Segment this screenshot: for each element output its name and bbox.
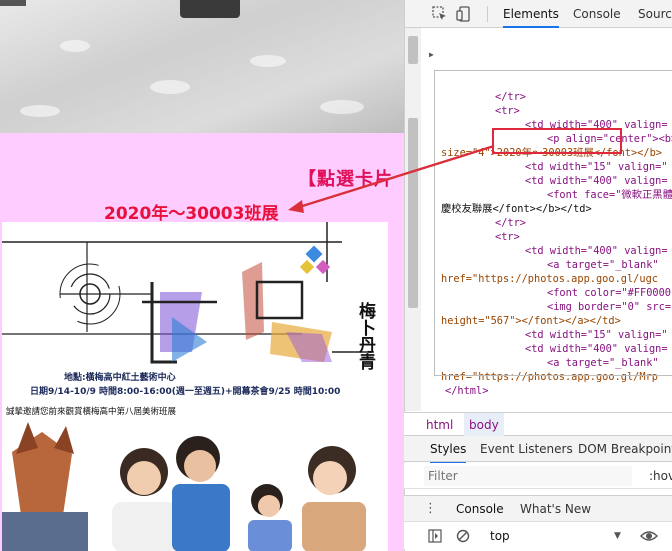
floor-reflection xyxy=(20,105,60,117)
photo-object xyxy=(180,0,240,18)
expand-triangle-icon[interactable]: ▶ xyxy=(429,48,434,62)
photo-object xyxy=(0,0,26,6)
poster-exhibition-name: 梅卜丹青 xyxy=(355,302,375,370)
toolbar-divider xyxy=(487,6,488,22)
exhibition-title: 2020年～30003班展 xyxy=(104,204,279,224)
inspect-element-icon[interactable] xyxy=(431,5,449,23)
web-page-area: 【點選卡片 2020年～30003班展 梅卜丹青 地點:橫梅高中紅土藝術中心 日… xyxy=(0,0,404,551)
illustration-people xyxy=(112,436,366,551)
exhibition-poster-card[interactable]: 梅卜丹青 地點:橫梅高中紅土藝術中心 日期9/14-10/9 時間8:00-16… xyxy=(2,222,388,551)
device-toolbar-icon[interactable] xyxy=(455,5,473,23)
poster-venue: 地點:橫梅高中紅土藝術中心 xyxy=(64,373,176,383)
hero-photo[interactable] xyxy=(0,0,404,133)
illustration-fox xyxy=(2,422,88,551)
devtools-toolbar: Elements Console Source xyxy=(405,0,672,28)
tab-elements[interactable]: Elements xyxy=(503,0,559,28)
poster-invitation: 誠摯邀請您前來觀賞橫梅高中第八屆美術班展 xyxy=(6,407,177,417)
poster-dates: 日期9/14-10/9 時間8:00-16:00(週一至週五)+開幕茶會9/25… xyxy=(30,387,341,397)
scrolled-dom-region xyxy=(434,70,672,376)
tab-sources[interactable]: Source xyxy=(638,0,672,28)
dom-line[interactable]: </html> xyxy=(445,384,488,398)
floor-reflection xyxy=(250,55,286,67)
tab-console[interactable]: Console xyxy=(573,0,621,28)
floor-reflection xyxy=(320,100,364,114)
highlight-box xyxy=(492,128,622,154)
click-card-hint: 【點選卡片 xyxy=(298,169,393,190)
floor-reflection xyxy=(60,40,90,52)
floor-reflection xyxy=(150,80,190,94)
